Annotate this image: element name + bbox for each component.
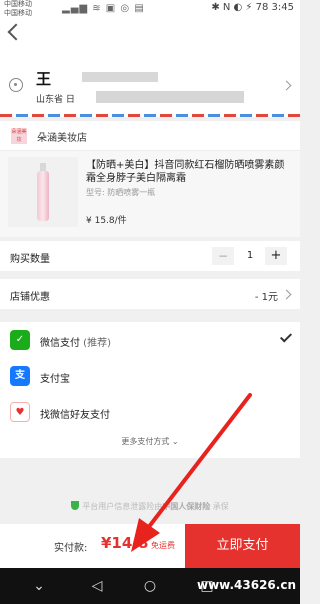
alipay-icon: 支 [10, 366, 30, 386]
carrier-1: 中国移动 [4, 0, 32, 8]
location-icon [9, 78, 23, 92]
more-payment-methods-link[interactable]: 更多支付方式 ⌄ [0, 436, 300, 447]
recipient-name: 王 [36, 70, 52, 88]
payment-label: 支付宝 [40, 374, 70, 385]
free-shipping-badge: 免运费 [151, 541, 175, 550]
back-icon[interactable] [7, 23, 25, 41]
coupon-label: 店铺优惠 [10, 292, 50, 303]
shop-header[interactable]: 朵涵美妆 朵涵美妆店 [0, 121, 300, 151]
payment-label: 找微信好友支付 [40, 410, 110, 421]
quantity-minus-button[interactable]: − [212, 247, 234, 265]
shield-icon [71, 501, 80, 510]
coupon-value: - 1元 [254, 292, 278, 303]
recipient-address-redacted [96, 91, 244, 103]
insurance-note: 平台用户信息泄露险由中国人保财险 承保 [0, 501, 300, 512]
recipient-phone-redacted [82, 72, 158, 82]
address-stripe [0, 114, 300, 117]
product-spec: 型号: 防晒喷雾一瓶 [86, 188, 156, 197]
product-title: 【防晒+美白】抖音同款红石榴防晒喷雾素颜霜全身脖子美白隔离霜 [86, 160, 285, 184]
nav-down-icon[interactable]: ⌄ [30, 577, 48, 595]
recipient-province: 山东省 日 [36, 95, 75, 105]
shop-name: 朵涵美妆店 [37, 133, 87, 144]
signal-icons: ▂▄▆ ≋ ▣ ◎ ▤ [62, 3, 145, 14]
shop-logo: 朵涵美妆 [11, 128, 27, 144]
chevron-right-icon [281, 80, 292, 91]
payment-option-wechat[interactable]: ✓ 微信支付 (推荐) [0, 326, 300, 354]
carrier-2: 中国移动 [4, 9, 32, 17]
coupon-row[interactable]: 店铺优惠 - 1元 [0, 279, 300, 309]
top-bar [0, 18, 300, 56]
watermark: www.43626.cn [196, 578, 296, 592]
payment-label: 微信支付 [40, 338, 80, 349]
pay-now-button[interactable]: 立即支付 [185, 524, 300, 568]
quantity-value[interactable]: 1 [240, 250, 260, 261]
chevron-right-icon [281, 289, 292, 300]
nav-home-icon[interactable]: ○ [141, 577, 159, 595]
system-nav-bar: ⌄ ◁ ○ □ www.43626.cn [0, 568, 300, 604]
wechat-pay-icon: ✓ [10, 330, 30, 350]
quantity-label: 购买数量 [10, 254, 50, 265]
friend-pay-icon: ♥ [10, 402, 30, 422]
product-image [8, 157, 78, 227]
insurer-name: 中国人保财险 [162, 502, 211, 511]
status-bar: 中国移动 中国移动 ▂▄▆ ≋ ▣ ◎ ▤ ✱ N ◐ ⚡ 78 3:45 [0, 0, 300, 18]
payment-option-friend[interactable]: ♥ 找微信好友支付 [0, 398, 300, 426]
total-label: 实付款: [54, 543, 88, 554]
payment-methods: ✓ 微信支付 (推荐) 支 支付宝 ♥ 找微信好友支付 更多支付方式 ⌄ [0, 322, 300, 458]
payment-option-alipay[interactable]: 支 支付宝 [0, 362, 300, 390]
product-item[interactable]: 【防晒+美白】抖音同款红石榴防晒喷雾素颜霜全身脖子美白隔离霜 型号: 防晒喷雾一… [0, 151, 300, 237]
nav-back-icon[interactable]: ◁ [88, 577, 106, 595]
selected-check-icon [279, 330, 293, 343]
quantity-row: 购买数量 − 1 + [0, 241, 300, 271]
address-card[interactable]: 王 山东省 日 [0, 56, 300, 114]
quantity-plus-button[interactable]: + [265, 247, 287, 265]
total-amount: ¥14.8 [101, 534, 149, 552]
product-price: ¥ 15.8/件 [86, 216, 127, 226]
payment-tag: (推荐) [80, 338, 111, 349]
spray-bottle-icon [37, 163, 49, 221]
pay-bar: 实付款: ¥14.8 免运费 立即支付 [0, 524, 300, 568]
status-right: ✱ N ◐ ⚡ 78 3:45 [211, 2, 294, 13]
